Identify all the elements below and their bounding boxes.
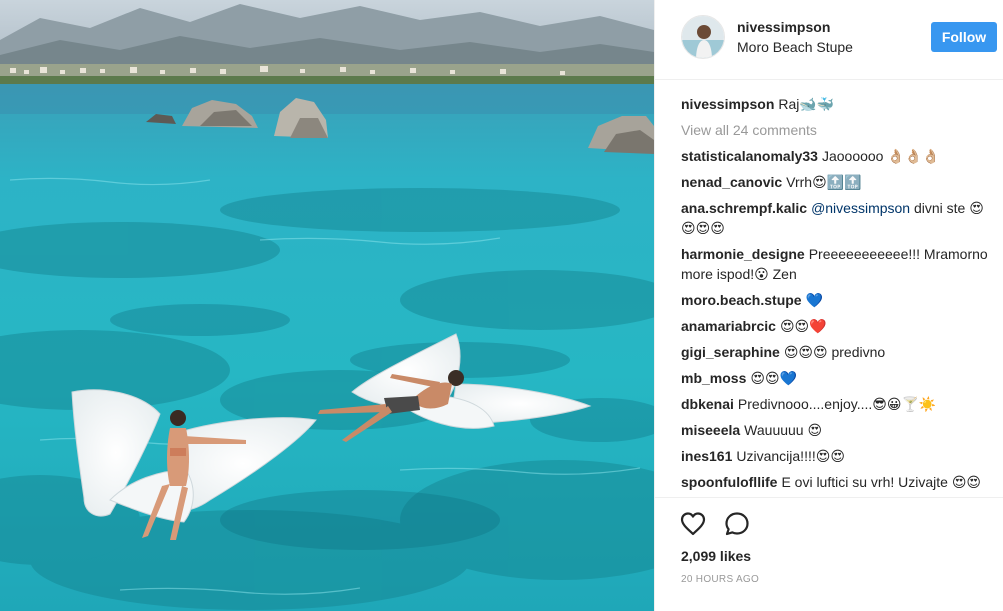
likes-count[interactable]: 2,099 likes <box>681 548 751 564</box>
comment-item: dbkenai Predivnooo....enjoy....😎😀🍸☀️ <box>681 394 997 414</box>
comment-mention[interactable]: @nivessimpson <box>811 200 910 216</box>
post-sidebar: nivessimpson Moro Beach Stupe Follow niv… <box>654 0 1003 611</box>
comment-username[interactable]: moro.beach.stupe <box>681 292 802 308</box>
post-username[interactable]: nivessimpson <box>737 19 830 35</box>
comment-text: E ovi luftici su vrh! Uzivajte 😍😍 <box>781 474 982 490</box>
avatar-image <box>682 16 724 58</box>
comment-text: 😍😍😍 predivno <box>783 344 886 360</box>
comment-item: miseeela Wauuuuu 😍 <box>681 420 997 440</box>
comment-username[interactable]: statisticalanomaly33 <box>681 148 818 164</box>
caption: nivessimpson Raj🐋🐳 <box>681 94 997 114</box>
avatar[interactable] <box>681 15 725 59</box>
comment-username[interactable]: spoonfulofllife <box>681 474 777 490</box>
comment-item: harmonie_designe Preeeeeeeeeee!!! Mramorn… <box>681 244 997 284</box>
comment-item: mb_moss 😍😍💙 <box>681 368 997 388</box>
comment-text: 😍😍❤️ <box>779 318 827 334</box>
post-location[interactable]: Moro Beach Stupe <box>737 39 853 55</box>
comment-username[interactable]: miseeela <box>681 422 740 438</box>
comment-username[interactable]: dbkenai <box>681 396 734 412</box>
post-photo[interactable] <box>0 0 654 611</box>
comment-username[interactable]: harmonie_designe <box>681 246 805 262</box>
comment-item: moro.beach.stupe 💙 <box>681 290 997 310</box>
post-actions: 2,099 likes 20 HOURS AGO <box>655 497 1003 611</box>
view-all-comments-link[interactable]: View all 24 comments <box>681 120 997 140</box>
comment-text: Jaoooooo 👌🏼👌🏼👌🏼 <box>821 148 940 164</box>
caption-username[interactable]: nivessimpson <box>681 96 774 112</box>
photo-scene <box>0 0 654 611</box>
comment-text: Wauuuuu 😍 <box>744 422 823 438</box>
comment-text: Uzivancija!!!!😍😍 <box>736 448 845 464</box>
post-header: nivessimpson Moro Beach Stupe Follow <box>655 0 1003 80</box>
comment-username[interactable]: ines161 <box>681 448 732 464</box>
speech-bubble-icon[interactable] <box>723 510 751 538</box>
comment-text: 💙 <box>805 292 824 308</box>
post-timestamp: 20 HOURS AGO <box>681 574 760 585</box>
comment-item: anamariabrcic 😍😍❤️ <box>681 316 997 336</box>
comment-username[interactable]: anamariabrcic <box>681 318 776 334</box>
comments-list[interactable]: nivessimpson Raj🐋🐳 View all 24 comments s… <box>681 94 997 498</box>
comment-username[interactable]: nenad_canovic <box>681 174 782 190</box>
follow-button[interactable]: Follow <box>931 22 997 52</box>
comment-item: ana.schrempf.kalic @nivessimpson divni st… <box>681 198 997 238</box>
comment-username[interactable]: ana.schrempf.kalic <box>681 200 807 216</box>
caption-text: Raj🐋🐳 <box>778 96 835 112</box>
comment-item: gigi_seraphine 😍😍😍 predivno <box>681 342 997 362</box>
comment-item: statisticalanomaly33 Jaoooooo 👌🏼👌🏼👌🏼 <box>681 146 997 166</box>
comment-item: spoonfulofllife E ovi luftici su vrh! Uzi… <box>681 472 997 492</box>
comment-username[interactable]: gigi_seraphine <box>681 344 780 360</box>
comment-text: Vrrh😍🔝🔝 <box>786 174 862 190</box>
comment-text: 😍😍💙 <box>750 370 797 386</box>
comment-item: ines161 Uzivancija!!!!😍😍 <box>681 446 997 466</box>
comment-username[interactable]: mb_moss <box>681 370 746 386</box>
comment-item: nenad_canovic Vrrh😍🔝🔝 <box>681 172 997 192</box>
heart-outline-icon[interactable] <box>679 510 707 538</box>
comment-text: Predivnooo....enjoy....😎😀🍸☀️ <box>737 396 937 412</box>
